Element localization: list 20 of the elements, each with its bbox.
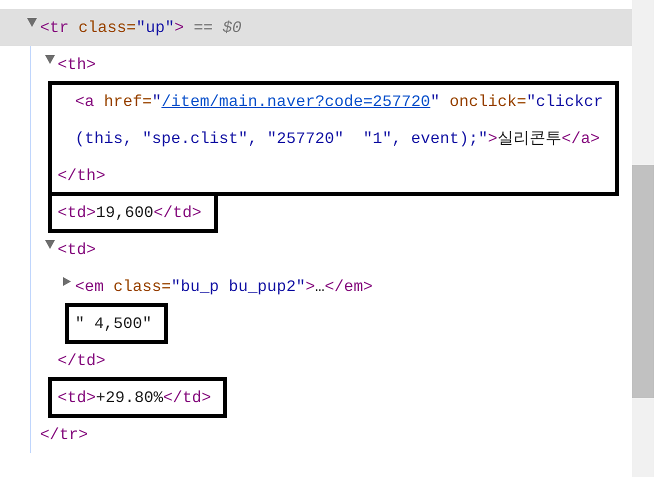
- scrollbar-thumb[interactable]: [632, 165, 654, 398]
- code-line: <td>+29.80%</td>: [58, 388, 212, 408]
- expanded-triangle-icon[interactable]: [44, 240, 54, 249]
- code-line: " 4,500": [75, 314, 152, 334]
- collapsed-triangle-icon[interactable]: [62, 277, 72, 286]
- url-link[interactable]: /item/main.naver?code=257720: [161, 92, 430, 110]
- code-line: <a href="/item/main.naver?code=257720" onclick="clickcr: [75, 92, 604, 112]
- code-line: <tr class="up"> == $0: [40, 18, 242, 38]
- expanded-triangle-icon[interactable]: [44, 55, 54, 64]
- code-line: <td>: [58, 240, 96, 260]
- selected-row-highlight[interactable]: <tr class="up"> == $0: [0, 9, 632, 46]
- code-line: <em class="bu_p bu_pup2">…</em>: [75, 276, 373, 298]
- code-line: (this, "spe.clist", "257720" "1", event);">실리콘투</a>: [75, 128, 600, 150]
- scrollbar-track[interactable]: [632, 0, 654, 477]
- expanded-triangle-icon[interactable]: [27, 18, 37, 27]
- code-line: <th>: [58, 54, 96, 76]
- code-line: </th>: [58, 166, 106, 186]
- code-line: <td>19,600</td>: [58, 202, 202, 224]
- code-line: </tr>: [40, 424, 88, 446]
- code-line: </td>: [58, 350, 106, 372]
